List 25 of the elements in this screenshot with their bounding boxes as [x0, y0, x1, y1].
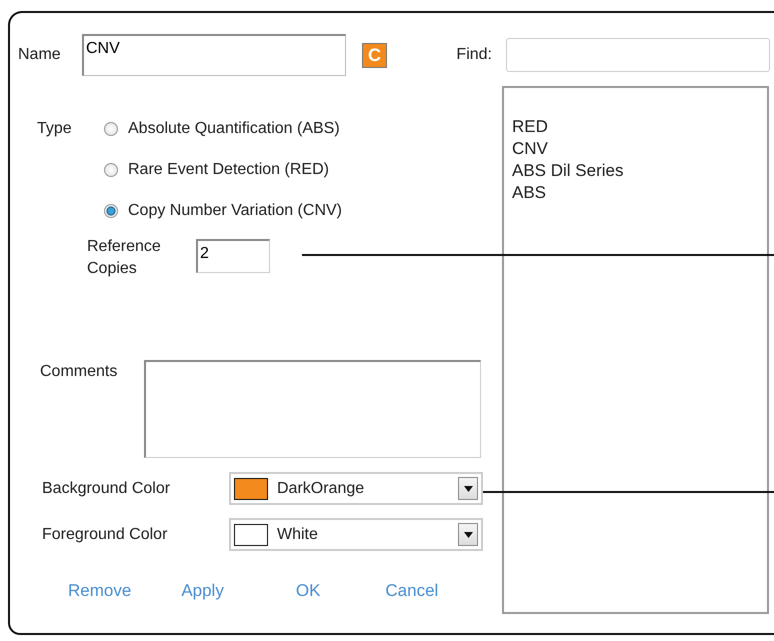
comments-label: Comments: [40, 363, 118, 382]
radio-button[interactable]: [104, 162, 118, 176]
color-label: Background Color: [42, 480, 172, 498]
list-item[interactable]: CNV: [512, 138, 548, 160]
find-field[interactable]: [506, 38, 770, 72]
color-label: Foreground Color: [42, 526, 168, 544]
name-field[interactable]: CNV: [82, 34, 346, 76]
comments-field[interactable]: [144, 360, 481, 458]
type-label: Type: [37, 120, 73, 138]
caret-icon: [464, 532, 472, 538]
color-preview-badge: C: [362, 42, 387, 68]
radio-button[interactable]: [104, 122, 118, 136]
list-item[interactable]: ABS Dil Series: [512, 160, 624, 182]
name-label: Name: [18, 46, 62, 64]
radio-button[interactable]: [104, 204, 118, 218]
list-item[interactable]: ABS: [512, 182, 546, 204]
caret-icon: [464, 486, 472, 492]
reference-copies-label: Reference Copies: [87, 237, 162, 279]
dropdown-button[interactable]: [458, 477, 478, 500]
color-dropdown[interactable]: White: [229, 518, 483, 551]
color-dropdown[interactable]: DarkOrange: [229, 472, 483, 505]
dropdown-button[interactable]: [458, 523, 478, 546]
list-item[interactable]: RED: [512, 116, 548, 138]
find-label: Find:: [456, 46, 492, 64]
reference-copies-field[interactable]: 2: [196, 239, 270, 273]
